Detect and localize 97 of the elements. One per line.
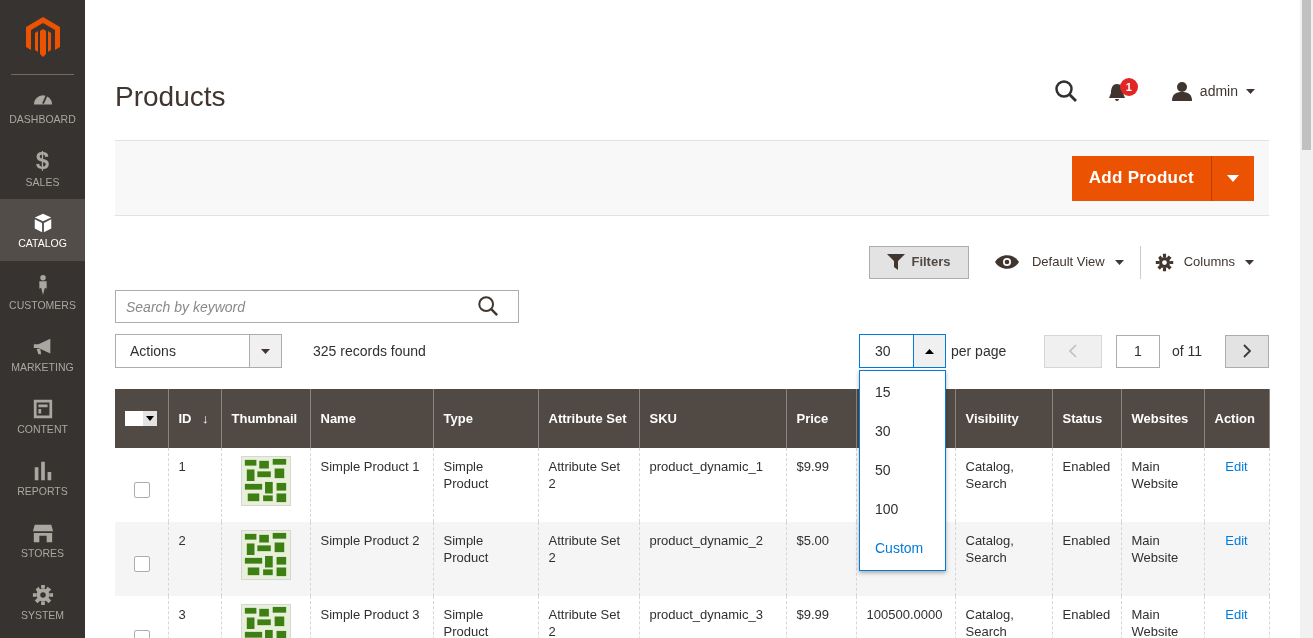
gear-icon [31,583,54,606]
chevron-right-icon [1243,344,1251,358]
table-cell: Attribute Set 2 [548,459,621,491]
nav-item[interactable]: REPORTS [0,447,85,509]
layout-icon [31,397,54,420]
search-field[interactable]: Search by keyword [115,290,519,323]
gear-icon [1154,252,1174,272]
view-dropdown[interactable]: Default View [994,245,1124,279]
column-header[interactable]: Type [443,411,473,426]
column-header[interactable]: Visibility [965,411,1019,426]
nav-item[interactable]: STORES [0,509,85,571]
per-page-select[interactable]: 30 [859,334,946,368]
table-cell: product_dynamic_2 [649,533,763,548]
row-checkbox[interactable] [134,556,150,572]
menu-option[interactable]: 30 [860,412,945,451]
actions-dropdown[interactable]: Actions [115,334,282,368]
table-cell: Simple Product [443,533,489,565]
nav-item[interactable]: DASHBOARD [0,75,85,137]
column-header[interactable]: Price [796,411,829,426]
row-checkbox[interactable] [134,482,150,498]
bell-icon [1107,83,1126,103]
table-cell: Attribute Set 2 [548,533,621,565]
edit-link[interactable]: Edit [1225,533,1248,548]
table-cell: Main Website [1131,607,1179,638]
edit-link[interactable]: Edit [1225,459,1248,474]
table-cell: Main Website [1131,533,1179,565]
dollar-icon: $ [35,148,50,173]
funnel-icon [887,254,906,270]
table-cell: Simple Product 1 [320,459,420,474]
table-cell: 2 [178,533,186,548]
table-cell: Simple Product 3 [320,607,420,622]
table-cell: 100500.0000 [866,607,943,622]
table-cell: product_dynamic_3 [649,607,763,622]
column-header[interactable]: Name [320,411,356,426]
column-header[interactable]: Thumbnail [231,411,298,426]
menu-option[interactable]: 15 [860,373,945,412]
page-title: Products [115,80,226,114]
next-page-button[interactable] [1225,334,1269,368]
page-total: of 11 [1172,341,1204,361]
column-header[interactable]: SKU [649,411,677,426]
table-cell: $5.00 [796,533,830,548]
logo-icon [25,17,60,57]
table-cell: 1 [178,459,186,474]
column-header[interactable]: Status [1062,411,1103,426]
nav-item[interactable]: CONTENT [0,385,85,447]
user-icon [1171,81,1192,101]
table-cell: Enabled [1062,607,1111,622]
columns-dropdown[interactable]: Columns [1154,245,1254,279]
table-cell: Main Website [1131,459,1179,491]
edit-link[interactable]: Edit [1225,607,1248,622]
table-cell: Enabled [1062,459,1111,474]
table-cell: Catalog, Search [965,533,1014,565]
table-cell: $9.99 [796,459,830,474]
column-header[interactable]: ID [178,410,192,427]
column-header[interactable]: Action [1214,411,1255,426]
caret-icon [925,348,934,354]
table-cell: Enabled [1062,533,1111,548]
sort-indicator: ↓ [202,410,210,427]
table-cell: Catalog, Search [965,459,1014,491]
table-cell: 3 [178,607,186,622]
scrollbar[interactable] [1300,0,1313,638]
user-menu[interactable]: admin [1171,80,1255,102]
nav-item[interactable]: CATALOG [0,199,85,261]
search-icon [477,295,499,317]
table-cell: product_dynamic_1 [649,459,763,474]
menu-option[interactable]: 100 [860,490,945,529]
caret-icon [146,416,154,421]
table-cell: Simple Product 2 [320,533,420,548]
caret-icon [1114,259,1124,265]
caret-icon [1246,88,1255,94]
filters-button[interactable]: Filters [868,245,969,279]
table-cell: Simple Product [443,607,489,638]
menu-option[interactable]: 50 [860,451,945,490]
caret-icon [261,348,270,354]
table-cell: $9.99 [796,607,830,622]
nav-item[interactable]: MARKETING [0,323,85,385]
search-icon [1053,79,1078,103]
nav-item[interactable]: CUSTOMERS [0,261,85,323]
menu-option[interactable]: Custom [860,529,945,568]
caret-icon [1245,259,1254,265]
table-cell: Catalog, Search [965,607,1014,638]
column-header[interactable]: Attribute Set [548,411,627,426]
chevron-left-icon [1069,344,1077,358]
page-number-field[interactable]: 1 [1116,334,1160,368]
nav-item[interactable]: $ SALES [0,137,85,199]
eye-icon [994,255,1019,269]
table-cell: Attribute Set 2 [548,607,621,638]
select-all-control[interactable] [125,411,157,426]
caret-icon [1227,174,1239,182]
column-header[interactable]: Websites [1131,411,1189,426]
notification-badge: 1 [1119,78,1138,96]
user-name: admin [1199,81,1238,101]
per-page-label: per page [951,341,1008,361]
nav-item[interactable]: SYSTEM [0,571,85,633]
table-cell: Simple Product [443,459,489,491]
add-product-button[interactable]: Add Product [1071,155,1254,201]
records-count: 325 records found [313,341,426,361]
